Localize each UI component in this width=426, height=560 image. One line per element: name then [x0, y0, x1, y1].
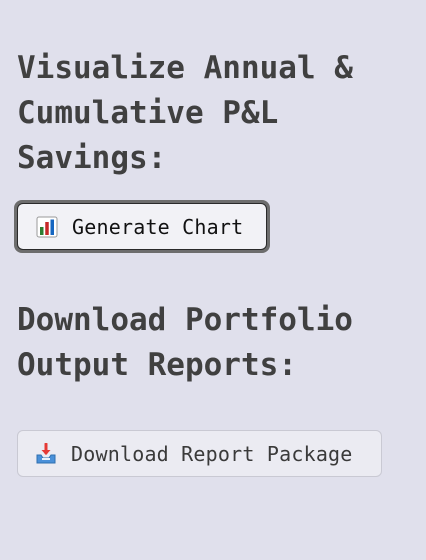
download-section-heading: Download Portfolio Output Reports:	[17, 302, 353, 383]
inbox-tray-icon	[35, 442, 57, 465]
generate-chart-button[interactable]: Generate Chart	[14, 200, 270, 253]
generate-chart-button-label: Generate Chart	[72, 214, 244, 239]
download-report-button-label: Download Report Package	[71, 441, 353, 466]
download-report-button[interactable]: Download Report Package	[17, 430, 382, 477]
bar-chart-icon	[36, 216, 58, 238]
generate-chart-button-face[interactable]: Generate Chart	[17, 203, 267, 250]
chart-section-heading: Visualize Annual & Cumulative P&L Saving…	[17, 50, 353, 176]
